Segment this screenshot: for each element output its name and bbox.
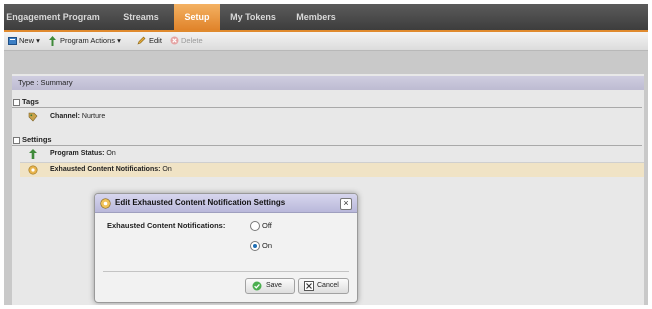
tags-icon — [28, 112, 38, 122]
edit-button[interactable]: Edit — [137, 32, 167, 50]
tab-engagement-program[interactable]: Engagement Program — [4, 4, 102, 30]
dialog-divider — [103, 271, 349, 272]
channel-row[interactable]: Channel: Nurture — [20, 110, 644, 124]
channel-value: Nurture — [81, 113, 106, 120]
cancel-button[interactable]: Cancel — [298, 278, 349, 294]
notification-icon — [28, 165, 38, 175]
radio-on-label[interactable]: On — [262, 241, 272, 250]
dialog-title-bar[interactable]: Edit Exhausted Content Notification Sett… — [95, 194, 357, 213]
delete-button[interactable]: Delete — [170, 32, 208, 50]
collapse-toggle-icon[interactable] — [13, 99, 20, 106]
cancel-label: Cancel — [317, 282, 339, 289]
new-icon — [8, 37, 17, 45]
program-status-row[interactable]: Program Status: On — [20, 147, 644, 161]
program-status-text: Program Status: On — [50, 147, 116, 161]
settings-divider — [12, 145, 642, 146]
close-icon: × — [343, 198, 349, 208]
dialog-gear-icon — [100, 198, 111, 209]
tab-members[interactable]: Members — [286, 4, 346, 30]
save-label: Save — [266, 282, 282, 289]
tab-setup[interactable]: Setup — [174, 4, 220, 30]
cancel-x-icon — [304, 281, 314, 291]
delete-icon — [170, 36, 179, 45]
exhausted-notifications-value: On — [162, 166, 172, 173]
edit-label: Edit — [149, 36, 162, 45]
app-frame: Engagement Program Streams Setup My Toke… — [4, 4, 648, 305]
channel-label: Channel: — [50, 113, 80, 120]
settings-section-title: Settings — [22, 135, 52, 144]
channel-text: Channel: Nurture — [50, 110, 105, 124]
new-label: New ▾ — [19, 36, 40, 45]
program-actions-label: Program Actions ▾ — [60, 36, 121, 45]
type-summary-bar: Type : Summary — [12, 76, 644, 90]
radio-off[interactable] — [250, 221, 260, 231]
dialog-close-button[interactable]: × — [340, 198, 352, 210]
exhausted-notifications-field-label: Exhausted Content Notifications: — [107, 221, 226, 230]
tags-section-title: Tags — [22, 97, 39, 106]
radio-off-label[interactable]: Off — [262, 221, 272, 230]
delete-label: Delete — [181, 36, 203, 45]
edit-notification-dialog: Edit Exhausted Content Notification Sett… — [94, 193, 358, 303]
collapse-toggle-icon[interactable] — [13, 137, 20, 144]
program-status-label: Program Status: — [50, 150, 105, 157]
tab-my-tokens[interactable]: My Tokens — [220, 4, 286, 30]
exhausted-notifications-label: Exhausted Content Notifications: — [50, 166, 161, 173]
tags-section[interactable]: Tags — [12, 96, 644, 107]
program-status-value: On — [106, 150, 116, 157]
radio-on[interactable] — [250, 241, 260, 251]
save-button[interactable]: Save — [245, 278, 295, 294]
exhausted-notifications-row[interactable]: Exhausted Content Notifications: On — [20, 163, 644, 177]
tags-divider — [12, 107, 642, 108]
program-actions-icon — [49, 36, 56, 46]
exhausted-notifications-text: Exhausted Content Notifications: On — [50, 163, 172, 177]
edit-icon — [137, 36, 146, 45]
program-actions-button[interactable]: Program Actions ▾ — [48, 32, 128, 50]
new-button[interactable]: New ▾ — [8, 32, 48, 50]
top-nav: Engagement Program Streams Setup My Toke… — [4, 4, 648, 30]
program-status-icon — [29, 149, 37, 159]
dialog-title: Edit Exhausted Content Notification Sett… — [115, 198, 286, 207]
settings-section[interactable]: Settings — [12, 134, 644, 145]
toolbar: New ▾ Program Actions ▾ Edit Delete — [4, 32, 648, 51]
save-check-icon — [252, 281, 262, 291]
tab-streams[interactable]: Streams — [110, 4, 172, 30]
